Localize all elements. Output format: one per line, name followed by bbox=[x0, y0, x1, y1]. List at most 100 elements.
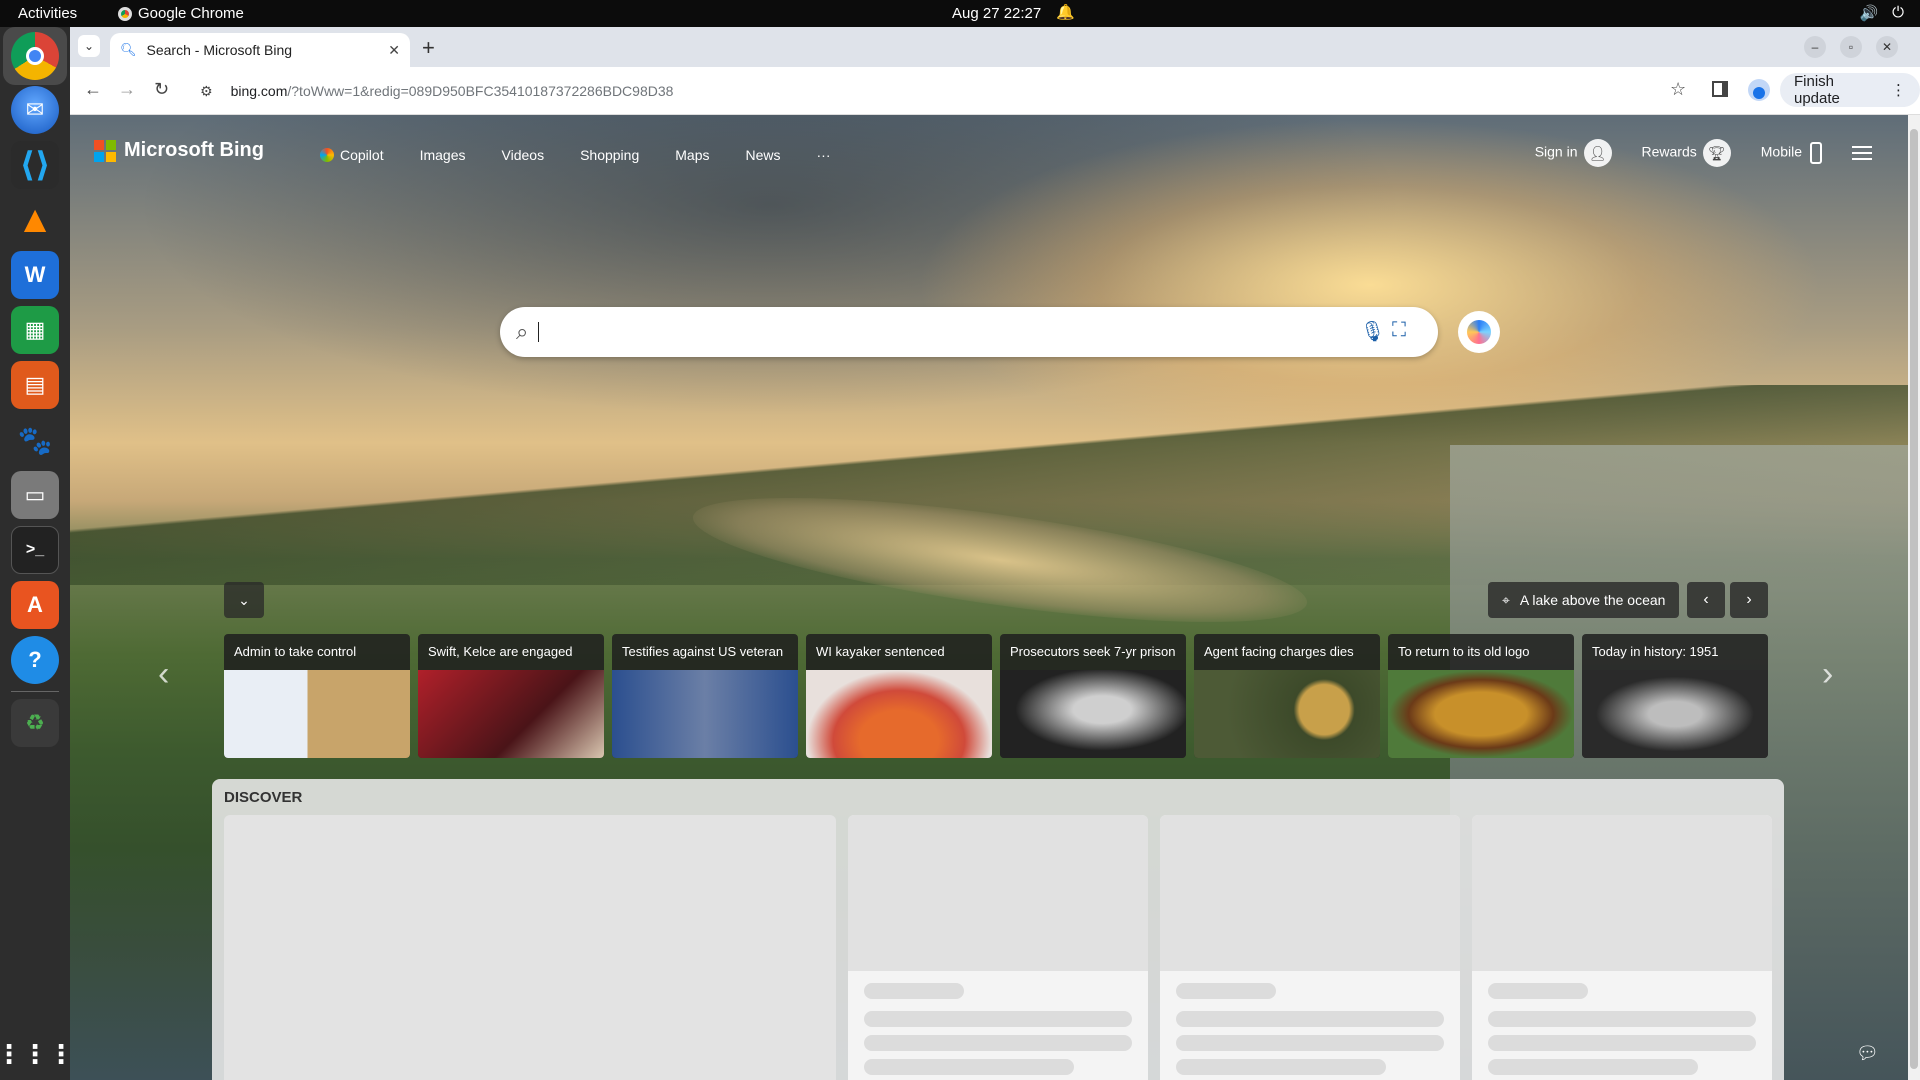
nav-videos[interactable]: Videos bbox=[502, 147, 545, 163]
dock-help-icon[interactable]: ? bbox=[11, 636, 59, 684]
app-menu[interactable]: Google Chrome bbox=[118, 5, 244, 22]
nav-images[interactable]: Images bbox=[420, 147, 466, 163]
new-tab-button[interactable]: + bbox=[422, 35, 435, 61]
news-card-image bbox=[806, 670, 992, 758]
discover-heading: DISCOVER bbox=[224, 789, 303, 806]
location-pin-icon: ⌖ bbox=[1502, 591, 1510, 608]
restore-button[interactable]: ▫ bbox=[1840, 36, 1862, 58]
sign-in-button[interactable]: Sign in 👤︎ bbox=[1535, 139, 1612, 167]
system-tray[interactable]: 🔊 ⏻ bbox=[1859, 4, 1904, 22]
dock-chrome-icon[interactable] bbox=[11, 32, 59, 80]
dock-software-icon[interactable]: A bbox=[11, 581, 59, 629]
copilot-button[interactable] bbox=[1458, 311, 1500, 353]
news-card-image bbox=[612, 670, 798, 758]
bing-logo[interactable]: Microsoft Bing bbox=[94, 139, 264, 162]
news-card-title: Prosecutors seek 7-yr prison bbox=[1010, 644, 1176, 659]
news-card-image bbox=[1582, 670, 1768, 758]
close-window-button[interactable]: ✕ bbox=[1876, 36, 1898, 58]
finish-update-button[interactable]: Finish update ⋮ bbox=[1780, 73, 1920, 107]
address-bar[interactable]: ⚙ bing.com/?toWww=1&redig=089D950BFC3541… bbox=[188, 73, 1748, 109]
show-apps-grid-icon[interactable]: ⋮⋮⋮ bbox=[0, 1030, 74, 1078]
scrollbar-thumb[interactable] bbox=[1910, 129, 1918, 1069]
dock-calc-icon[interactable]: ▦ bbox=[11, 306, 59, 354]
rewards-trophy-icon: 🏆︎ bbox=[1702, 139, 1731, 167]
minimize-button[interactable]: – bbox=[1804, 36, 1826, 58]
nav-more[interactable]: ··· bbox=[817, 147, 831, 163]
tab-title: Search - Microsoft Bing bbox=[146, 42, 293, 58]
system-top-bar: Activities Google Chrome Aug 27 22:27 🔔 … bbox=[0, 0, 1920, 27]
discover-placeholder-card bbox=[1472, 815, 1772, 1080]
bing-homepage: Microsoft Bing Copilot Images Videos Sho… bbox=[70, 115, 1908, 1080]
news-card-image bbox=[1388, 670, 1574, 758]
profile-avatar[interactable] bbox=[1748, 79, 1770, 101]
news-card-image bbox=[224, 670, 410, 758]
search-box[interactable]: ⌕ 🎙︎ ⛶ bbox=[500, 307, 1438, 357]
user-avatar-icon: 👤︎ bbox=[1583, 139, 1612, 167]
tab-bing[interactable]: 🔍︎ Search - Microsoft Bing ✕ bbox=[110, 33, 410, 67]
tab-close-icon[interactable]: ✕ bbox=[388, 42, 400, 59]
dock-writer-icon[interactable]: W bbox=[11, 251, 59, 299]
dock-vscode-icon[interactable]: ⟨⟩ bbox=[11, 141, 59, 189]
nav-news[interactable]: News bbox=[745, 147, 780, 163]
reload-icon[interactable]: ↻ bbox=[154, 79, 169, 100]
bing-logo-text: Microsoft Bing bbox=[124, 139, 264, 161]
carousel-next-icon[interactable]: › bbox=[1822, 655, 1833, 694]
mobile-button[interactable]: Mobile bbox=[1761, 142, 1822, 164]
discover-section: DISCOVER bbox=[212, 779, 1784, 1080]
dock-impress-icon[interactable]: ▤ bbox=[11, 361, 59, 409]
news-card[interactable]: WI kayaker sentenced bbox=[806, 634, 992, 758]
text-caret bbox=[538, 322, 540, 342]
clock[interactable]: Aug 27 22:27 bbox=[952, 5, 1041, 22]
image-location-button[interactable]: ⌖ A lake above the ocean bbox=[1488, 582, 1680, 618]
page-scrollbar[interactable] bbox=[1908, 115, 1920, 1080]
dock-vlc-icon[interactable]: ▲ bbox=[11, 196, 59, 244]
tab-strip: ⌄ 🔍︎ Search - Microsoft Bing ✕ + – ▫ ✕ bbox=[70, 27, 1920, 67]
tab-search-button[interactable]: ⌄ bbox=[78, 35, 100, 57]
hamburger-menu-icon[interactable] bbox=[1852, 146, 1872, 160]
volume-icon[interactable]: 🔊 bbox=[1859, 4, 1878, 22]
discover-placeholder-card bbox=[1160, 815, 1460, 1080]
visual-search-icon[interactable]: ⛶ bbox=[1392, 319, 1406, 342]
site-info-icon[interactable]: ⚙ bbox=[200, 83, 213, 100]
dock-terminal-icon[interactable]: >_ bbox=[11, 526, 59, 574]
news-card-title: Today in history: 1951 bbox=[1592, 644, 1719, 659]
bookmark-star-icon[interactable]: ☆ bbox=[1670, 79, 1686, 100]
news-card-title: To return to its old logo bbox=[1398, 644, 1530, 659]
microphone-icon[interactable]: 🎙︎ bbox=[1360, 319, 1385, 344]
news-card-image bbox=[1000, 670, 1186, 758]
collapse-carousel-button[interactable]: ⌄ bbox=[224, 582, 264, 618]
dock: ✉ ⟨⟩ ▲ W ▦ ▤ 🐾 ▭ >_ A ? ♻ ⋮⋮⋮ bbox=[0, 27, 74, 1080]
carousel-prev-icon[interactable]: ‹ bbox=[158, 655, 169, 694]
prev-image-button[interactable]: ‹ bbox=[1687, 582, 1725, 618]
news-card[interactable]: Testifies against US veteran bbox=[612, 634, 798, 758]
notification-bell-icon: 🔔 bbox=[1056, 4, 1075, 21]
dock-gimp-icon[interactable]: 🐾 bbox=[11, 416, 59, 464]
power-icon[interactable]: ⏻ bbox=[1892, 4, 1904, 22]
news-card[interactable]: Admin to take control bbox=[224, 634, 410, 758]
news-card[interactable]: Prosecutors seek 7-yr prison bbox=[1000, 634, 1186, 758]
url-host: bing.com bbox=[230, 83, 288, 99]
news-card[interactable]: Today in history: 1951 bbox=[1582, 634, 1768, 758]
nav-copilot[interactable]: Copilot bbox=[320, 147, 384, 163]
dock-trash-icon[interactable]: ♻ bbox=[11, 699, 59, 747]
sign-in-label: Sign in bbox=[1534, 143, 1578, 160]
url-path: /?toWww=1&redig=089D950BFC35410187372286… bbox=[287, 83, 674, 99]
news-card[interactable]: To return to its old logo bbox=[1388, 634, 1574, 758]
news-card[interactable]: Swift, Kelce are engaged bbox=[418, 634, 604, 758]
news-card-title: Swift, Kelce are engaged bbox=[428, 644, 573, 659]
back-arrow-icon[interactable]: ← bbox=[84, 79, 102, 100]
chrome-icon bbox=[118, 6, 132, 21]
dock-files-icon[interactable]: ▭ bbox=[11, 471, 59, 519]
activities-button[interactable]: Activities bbox=[18, 5, 77, 22]
next-image-button[interactable]: › bbox=[1730, 582, 1768, 618]
news-card-title: Admin to take control bbox=[234, 644, 357, 659]
nav-maps[interactable]: Maps bbox=[675, 147, 709, 163]
forward-arrow-icon[interactable]: → bbox=[118, 79, 136, 100]
nav-shopping[interactable]: Shopping bbox=[580, 147, 639, 163]
nav-copilot-label: Copilot bbox=[340, 147, 384, 163]
dock-thunderbird-icon[interactable]: ✉ bbox=[11, 86, 59, 134]
feedback-icon[interactable]: 💬︎ bbox=[1856, 1043, 1879, 1064]
news-card[interactable]: Agent facing charges dies bbox=[1194, 634, 1380, 758]
side-panel-icon[interactable] bbox=[1712, 81, 1728, 97]
rewards-button[interactable]: Rewards 🏆︎ bbox=[1642, 139, 1731, 167]
